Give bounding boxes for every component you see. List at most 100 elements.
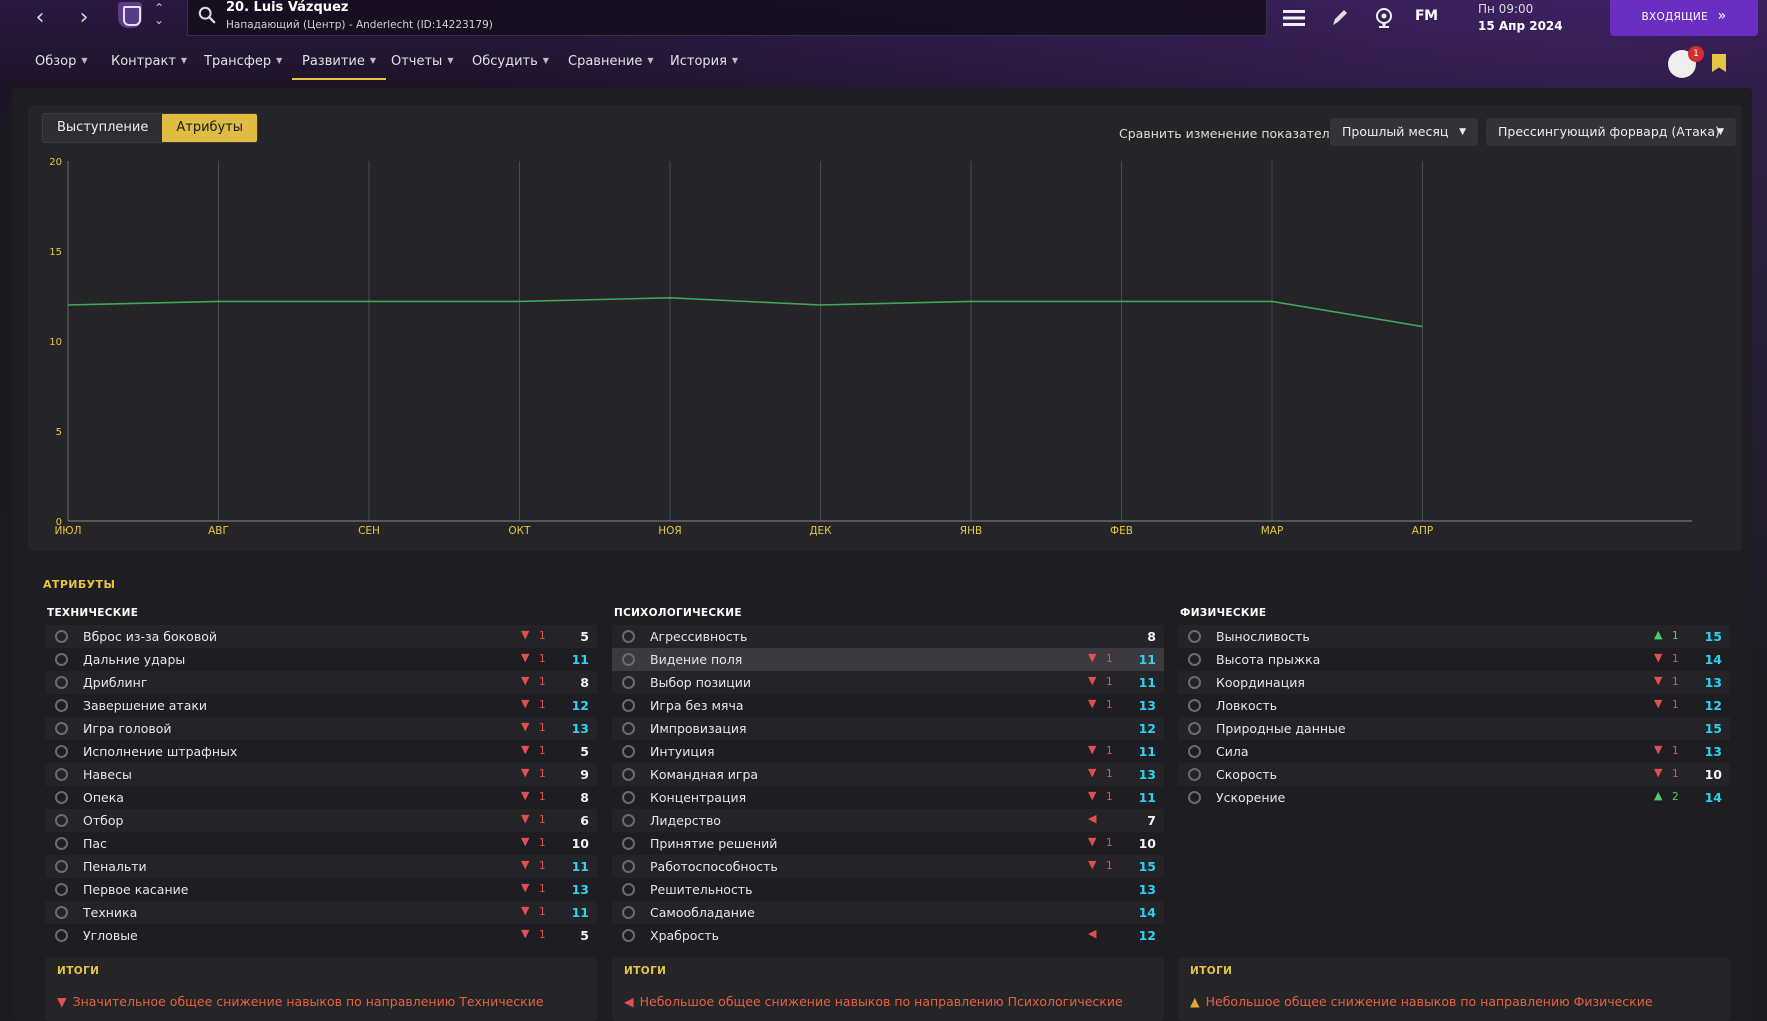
up-down-icon[interactable]: ⌃ ⌄ — [152, 2, 166, 26]
attribute-row[interactable]: Высота прыжка ▼ 1 14 — [1178, 648, 1730, 671]
column-title: ТЕХНИЧЕСКИЕ — [47, 607, 139, 619]
attribute-icon — [55, 745, 68, 758]
summary-title: ИТОГИ — [57, 965, 100, 977]
menu-item[interactable]: История ▼ — [670, 54, 738, 69]
attribute-value: 9 — [580, 767, 589, 782]
attribute-row[interactable]: Дриблинг ▼ 1 8 — [45, 671, 597, 694]
attribute-row[interactable]: Скорость ▼ 1 10 — [1178, 763, 1730, 786]
summary-panel: ИТОГИ ▼ Значительное общее снижение навыко… — [45, 957, 597, 1021]
tab-attributes[interactable]: Атрибуты — [162, 114, 258, 142]
role-dropdown[interactable]: Прессингующий форвард (Атака) ▼ — [1486, 118, 1736, 146]
attribute-name: Высота прыжка — [1216, 652, 1321, 667]
attribute-icon — [1188, 745, 1201, 758]
attribute-row[interactable]: Опека ▼ 1 8 — [45, 786, 597, 809]
attribute-value: 13 — [1138, 882, 1156, 897]
attribute-value: 13 — [571, 882, 589, 897]
attribute-row[interactable]: Пас ▼ 1 10 — [45, 832, 597, 855]
menu-item[interactable]: Отчеты ▼ — [391, 54, 453, 69]
menu-item-label: Трансфер — [204, 54, 272, 69]
attribute-row[interactable]: Видение поля ▼ 1 11 — [612, 648, 1164, 671]
player-search-box[interactable]: 20. Luis Vázquez Нападающий (Центр) - An… — [187, 0, 1267, 36]
attribute-value: 10 — [1704, 767, 1722, 782]
attribute-name: Игра головой — [83, 721, 172, 736]
attribute-row[interactable]: Ловкость ▼ 1 12 — [1178, 694, 1730, 717]
forward-arrow-icon[interactable]: › — [72, 6, 96, 30]
attribute-row[interactable]: Принятие решений ▼ 1 10 — [612, 832, 1164, 855]
attribute-row[interactable]: Интуиция ▼ 1 11 — [612, 740, 1164, 763]
period-dropdown[interactable]: Прошлый месяц ▼ — [1330, 118, 1478, 146]
attribute-row[interactable]: Координация ▼ 1 13 — [1178, 671, 1730, 694]
change-down-icon: ▼ — [1088, 835, 1097, 848]
fm-logo[interactable]: FM — [1415, 8, 1438, 24]
summary-text: Небольшое общее снижение навыков по напр… — [639, 994, 1123, 1009]
game-datetime[interactable]: Пн 09:00 15 Апр 2024 — [1478, 1, 1563, 35]
attribute-value: 11 — [1138, 675, 1156, 690]
attribute-icon — [55, 929, 68, 942]
attribute-name: Игра без мяча — [650, 698, 744, 713]
attribute-row[interactable]: Выносливость ▲ 1 15 — [1178, 625, 1730, 648]
attribute-row[interactable]: Импровизация 12 — [612, 717, 1164, 740]
attribute-row[interactable]: Игра головой ▼ 1 13 — [45, 717, 597, 740]
attribute-value: 15 — [1704, 721, 1722, 736]
x-tick-label: АПР — [1412, 525, 1433, 537]
attribute-icon — [55, 768, 68, 781]
attribute-row[interactable]: Отбор ▼ 1 6 — [45, 809, 597, 832]
menu-item[interactable]: Развитие ▼ — [291, 54, 387, 80]
change-down-icon: ▼ — [521, 697, 530, 710]
edit-icon[interactable] — [1326, 4, 1354, 32]
attribute-name: Первое касание — [83, 882, 189, 897]
attribute-change: 1 — [1106, 791, 1113, 803]
attribute-list: Вброс из-за боковой ▼ 1 5 Дальние удары ▼ 1 11 Д… — [45, 625, 597, 947]
ball-globe-icon[interactable] — [1370, 4, 1398, 32]
attribute-name: Самообладание — [650, 905, 755, 920]
change-down-icon: ▼ — [1088, 697, 1097, 710]
attribute-row[interactable]: Агрессивность 8 — [612, 625, 1164, 648]
attribute-icon — [622, 791, 635, 804]
attribute-row[interactable]: Техника ▼ 1 11 — [45, 901, 597, 924]
menu-item[interactable]: Обсудить ▼ — [472, 54, 549, 69]
chevron-down-icon: ▼ — [1717, 127, 1724, 137]
attribute-row[interactable]: Исполнение штрафных ▼ 1 5 — [45, 740, 597, 763]
attribute-row[interactable]: Вброс из-за боковой ▼ 1 5 — [45, 625, 597, 648]
attribute-row[interactable]: Работоспособность ▼ 1 15 — [612, 855, 1164, 878]
change-down-icon: ▼ — [521, 881, 530, 894]
menu-item[interactable]: Трансфер ▼ — [204, 54, 282, 69]
attribute-value: 13 — [1704, 675, 1722, 690]
attribute-row[interactable]: Концентрация ▼ 1 11 — [612, 786, 1164, 809]
attribute-row[interactable]: Навесы ▼ 1 9 — [45, 763, 597, 786]
menu-icon[interactable] — [1280, 4, 1308, 32]
attribute-row[interactable]: Пенальти ▼ 1 11 — [45, 855, 597, 878]
attribute-row[interactable]: Ускорение ▲ 2 14 — [1178, 786, 1730, 809]
club-badge-icon[interactable] — [118, 2, 142, 28]
attribute-row[interactable]: Игра без мяча ▼ 1 13 — [612, 694, 1164, 717]
attribute-row[interactable]: Первое касание ▼ 1 13 — [45, 878, 597, 901]
attribute-row[interactable]: Завершение атаки ▼ 1 12 — [45, 694, 597, 717]
attribute-row[interactable]: Выбор позиции ▼ 1 11 — [612, 671, 1164, 694]
attribute-name: Работоспособность — [650, 859, 778, 874]
attribute-name: Отбор — [83, 813, 124, 828]
menu-item[interactable]: Сравнение ▼ — [568, 54, 654, 69]
attribute-row[interactable]: Угловые ▼ 1 5 — [45, 924, 597, 947]
search-icon[interactable] — [198, 6, 216, 24]
series-line — [67, 296, 1423, 328]
attribute-icon — [1188, 722, 1201, 735]
attribute-value: 12 — [1138, 928, 1156, 943]
attribute-icon — [622, 929, 635, 942]
menu-item[interactable]: Обзор ▼ — [35, 54, 88, 69]
tab-performance[interactable]: Выступление — [43, 114, 163, 142]
inbox-button[interactable]: ВХОДЯЩИЕ » — [1610, 0, 1758, 36]
change-down-icon: ▼ — [1654, 697, 1663, 710]
attribute-row[interactable]: Храбрость ◀ 12 — [612, 924, 1164, 947]
attribute-row[interactable]: Природные данные 15 — [1178, 717, 1730, 740]
attribute-row[interactable]: Самообладание 14 — [612, 901, 1164, 924]
attribute-row[interactable]: Лидерство ◀ 7 — [612, 809, 1164, 832]
attribute-row[interactable]: Сила ▼ 1 13 — [1178, 740, 1730, 763]
attribute-icon — [55, 653, 68, 666]
attribute-icon — [622, 883, 635, 896]
attribute-name: Командная игра — [650, 767, 759, 782]
attribute-row[interactable]: Решительность 13 — [612, 878, 1164, 901]
attribute-row[interactable]: Командная игра ▼ 1 13 — [612, 763, 1164, 786]
menu-item[interactable]: Контракт ▼ — [111, 54, 187, 69]
back-arrow-icon[interactable]: ‹ — [28, 6, 52, 30]
attribute-row[interactable]: Дальние удары ▼ 1 11 — [45, 648, 597, 671]
